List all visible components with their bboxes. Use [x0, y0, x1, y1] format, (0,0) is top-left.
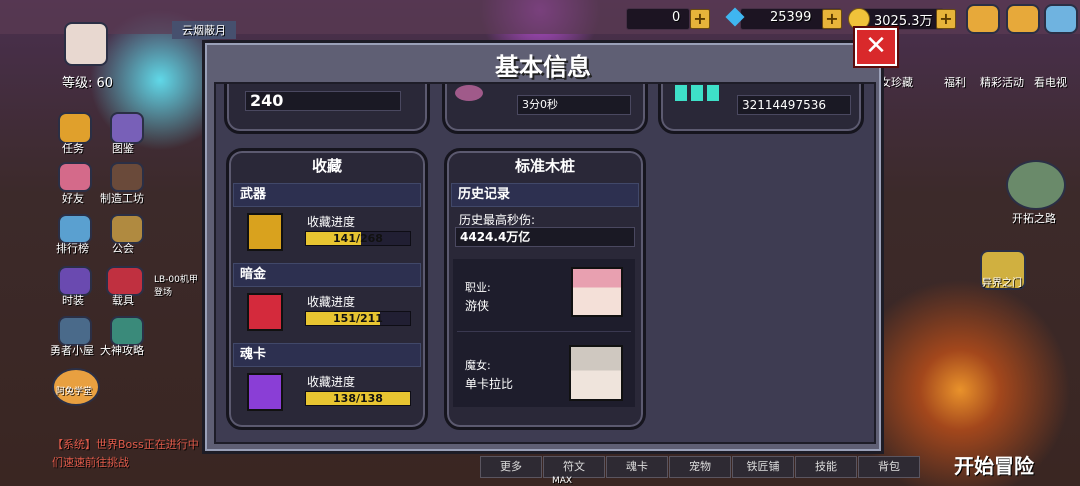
menu-guild[interactable]: 公会 [112, 240, 134, 256]
resource-box-1 [626, 8, 690, 30]
max-dps-label: 历史最高秒伤: [459, 213, 536, 227]
tab-skills[interactable]: 技能 [795, 456, 857, 478]
rank-badge-icon [675, 85, 721, 101]
settings-gear-icon[interactable] [1044, 4, 1078, 34]
dark-gold-collection-icon [247, 293, 283, 331]
dark-gold-progress-text: 151/211 [333, 312, 383, 325]
tab-pets[interactable]: 宠物 [669, 456, 731, 478]
dark-gold-progress-bar: 151/211 [305, 311, 411, 326]
player-avatar[interactable] [64, 22, 108, 66]
chat-line-1[interactable]: 【系统】世界Boss正在进行中 [52, 436, 199, 452]
class-value: 游侠 [465, 299, 490, 313]
collection-section-soul-card: 魂卡 [233, 343, 421, 367]
start-adventure-button[interactable]: 开始冒险 [954, 450, 1034, 479]
stat-card-3-value: 32114497536 [737, 95, 851, 115]
tab-more[interactable]: 更多 [480, 456, 542, 478]
menu-tv[interactable]: 看电视 [1034, 74, 1067, 90]
weapon-progress-bar: 141/268 [305, 231, 411, 246]
player-name: 云烟蔽月 [172, 21, 236, 39]
tab-runes[interactable]: 符文 [543, 456, 605, 478]
menu-vehicle[interactable]: 载具 [112, 292, 134, 308]
resource-1-value: 0 [672, 10, 681, 25]
menu-frontier-road[interactable]: 开拓之路 [1012, 210, 1056, 226]
class-avatar [571, 267, 623, 317]
resource-2-plus-button[interactable]: + [822, 9, 842, 29]
weapon-progress-text: 141/268 [333, 232, 383, 245]
class-label: 职业: [465, 281, 491, 294]
max-label: MAX [552, 476, 573, 486]
witch-value: 单卡拉比 [465, 377, 514, 391]
soul-card-progress-text: 138/138 [333, 392, 383, 405]
weapon-progress-label: 收藏进度 [307, 215, 356, 229]
dark-gold-progress-label: 收藏进度 [307, 295, 356, 309]
stat-card-2-value: 3分0秒 [517, 95, 631, 115]
collection-title: 收藏 [311, 157, 342, 175]
vehicle-promo-text: LB-00机甲 登场 [154, 275, 198, 298]
weapon-collection-icon [247, 213, 283, 251]
collection-section-dark-gold: 暗金 [233, 263, 421, 287]
witch-avatar [569, 345, 623, 401]
history-record-bar: 历史记录 [451, 183, 639, 207]
player-level: 等级: 60 [62, 76, 114, 91]
menu-codex[interactable]: 图鉴 [112, 140, 134, 156]
menu-rabbit-school[interactable]: 阿兔学堂 [56, 384, 92, 397]
training-dummy-title: 标准木桩 [514, 157, 575, 175]
stat-card-1-value: 240 [245, 91, 401, 111]
menu-hero-house[interactable]: 勇者小屋 [50, 342, 94, 358]
stat-card-1: 240 [224, 84, 430, 134]
tab-soul-cards[interactable]: 魂卡 [606, 456, 668, 478]
gold-coin-icon [848, 8, 870, 30]
menu-guide[interactable]: 大神攻略 [100, 342, 144, 358]
close-icon: ✕ [865, 31, 887, 61]
menu-otherworld-gate[interactable]: 异界之门 [982, 274, 1022, 289]
resource-3-plus-button[interactable]: + [936, 9, 956, 29]
training-dummy-card: 标准木桩 历史记录 历史最高秒伤: 4424.4万亿 职业: 游侠 魔女: 单卡… [444, 148, 646, 430]
tab-blacksmith[interactable]: 铁匠铺 [732, 456, 794, 478]
resource-2-value: 25399 [770, 10, 812, 25]
sound-icon[interactable] [1006, 4, 1040, 34]
resource-3-value: 3025.3万 [874, 14, 933, 29]
soul-card-progress-bar: 138/138 [305, 391, 411, 406]
menu-welfare[interactable]: 福利 [944, 74, 966, 90]
soul-card-progress-label: 收藏进度 [307, 375, 356, 389]
character-info-box: 职业: 游侠 魔女: 单卡拉比 [453, 259, 635, 407]
menu-friends[interactable]: 好友 [62, 190, 84, 206]
stat-card-2: 3分0秒 [442, 84, 648, 134]
chat-line-2[interactable]: 们速速前往挑战 [52, 454, 129, 470]
close-button[interactable]: ✕ [853, 26, 899, 68]
collection-section-weapon: 武器 [233, 183, 421, 207]
tab-backpack[interactable]: 背包 [858, 456, 920, 478]
stat-card-2-icon [455, 85, 483, 101]
menu-right-1[interactable]: 女珍藏 [880, 74, 913, 90]
soul-card-collection-icon [247, 373, 283, 411]
frontier-road-icon[interactable] [1006, 160, 1066, 210]
modal-title: 基本信息 [495, 53, 591, 81]
witch-label: 魔女: [465, 359, 491, 372]
info-divider [457, 331, 631, 332]
menu-workshop[interactable]: 制造工坊 [100, 190, 144, 206]
friends-icon[interactable] [58, 162, 92, 192]
menu-task[interactable]: 任务 [62, 140, 84, 156]
menu-leaderboard[interactable]: 排行榜 [56, 240, 89, 256]
menu-events[interactable]: 精彩活动 [980, 74, 1024, 90]
modal-content: 240 3分0秒 32114497536 收藏 武器 收藏进度 141/268 … [214, 82, 876, 444]
collection-card: 收藏 武器 收藏进度 141/268 暗金 收藏进度 151/211 魂卡 收藏… [226, 148, 428, 430]
max-dps-value: 4424.4万亿 [455, 227, 635, 247]
stat-card-3: 32114497536 [658, 84, 864, 134]
resource-1-plus-button[interactable]: + [690, 9, 710, 29]
workshop-icon[interactable] [110, 162, 144, 192]
mail-icon[interactable] [966, 4, 1000, 34]
menu-costume[interactable]: 时装 [62, 292, 84, 308]
